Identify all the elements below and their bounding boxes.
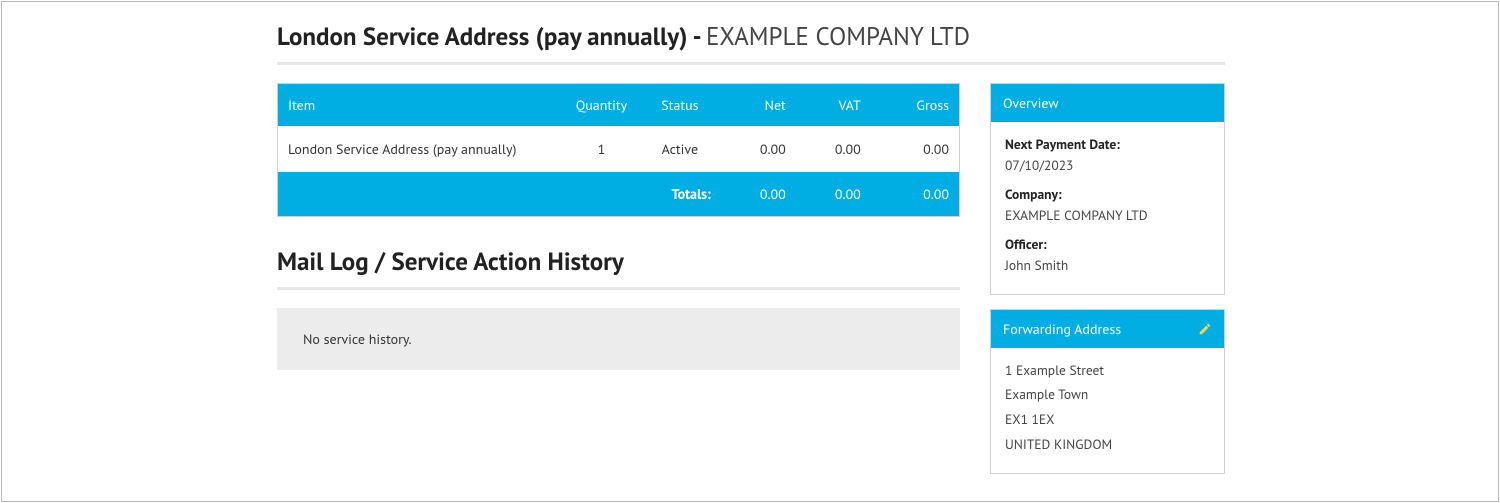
col-gross: Gross <box>871 84 960 127</box>
cell-net: 0.00 <box>721 126 796 172</box>
col-vat: VAT <box>796 84 871 127</box>
edit-forwarding-button[interactable] <box>1198 322 1212 336</box>
overview-heading-text: Overview <box>1003 94 1059 112</box>
col-net: Net <box>721 84 796 127</box>
title-separator: - <box>687 20 706 52</box>
totals-gross: 0.00 <box>871 172 960 217</box>
next-payment-label: Next Payment Date: <box>1005 134 1210 155</box>
pencil-icon <box>1198 322 1212 336</box>
cell-vat: 0.00 <box>796 126 871 172</box>
col-item: Item <box>278 84 564 127</box>
forwarding-heading-text: Forwarding Address <box>1003 320 1121 338</box>
cell-item: London Service Address (pay annually) <box>278 126 564 172</box>
forwarding-line1: 1 Example Street <box>1005 360 1210 381</box>
overview-header: Overview <box>991 84 1224 122</box>
company-value: EXAMPLE COMPANY LTD <box>1005 205 1210 226</box>
items-table: Item Quantity Status Net VAT Gross Londo… <box>277 83 960 217</box>
col-status: Status <box>639 84 721 127</box>
cell-quantity: 1 <box>564 126 639 172</box>
totals-row: Totals: 0.00 0.00 0.00 <box>278 172 960 217</box>
table-row: London Service Address (pay annually) 1 … <box>278 126 960 172</box>
totals-net: 0.00 <box>721 172 796 217</box>
title-company: EXAMPLE COMPANY LTD <box>706 20 970 52</box>
page-title: London Service Address (pay annually) - … <box>277 20 1225 52</box>
history-empty-message: No service history. <box>277 308 960 370</box>
cell-gross: 0.00 <box>871 126 960 172</box>
col-quantity: Quantity <box>564 84 639 127</box>
officer-label: Officer: <box>1005 234 1210 255</box>
cell-status: Active <box>639 126 721 172</box>
title-divider <box>277 62 1225 65</box>
title-product: London Service Address (pay annually) <box>277 20 687 52</box>
history-heading: Mail Log / Service Action History <box>277 245 960 277</box>
next-payment-value: 07/10/2023 <box>1005 155 1210 176</box>
forwarding-line4: UNITED KINGDOM <box>1005 434 1210 455</box>
company-label: Company: <box>1005 184 1210 205</box>
forwarding-line3: EX1 1EX <box>1005 409 1210 430</box>
officer-value: John Smith <box>1005 255 1210 276</box>
totals-vat: 0.00 <box>796 172 871 217</box>
forwarding-panel: Forwarding Address 1 Example Street Exam… <box>990 309 1225 475</box>
overview-panel: Overview Next Payment Date: 07/10/2023 C… <box>990 83 1225 295</box>
totals-label: Totals: <box>278 172 721 217</box>
history-divider <box>277 287 960 290</box>
forwarding-header: Forwarding Address <box>991 310 1224 348</box>
forwarding-line2: Example Town <box>1005 384 1210 405</box>
